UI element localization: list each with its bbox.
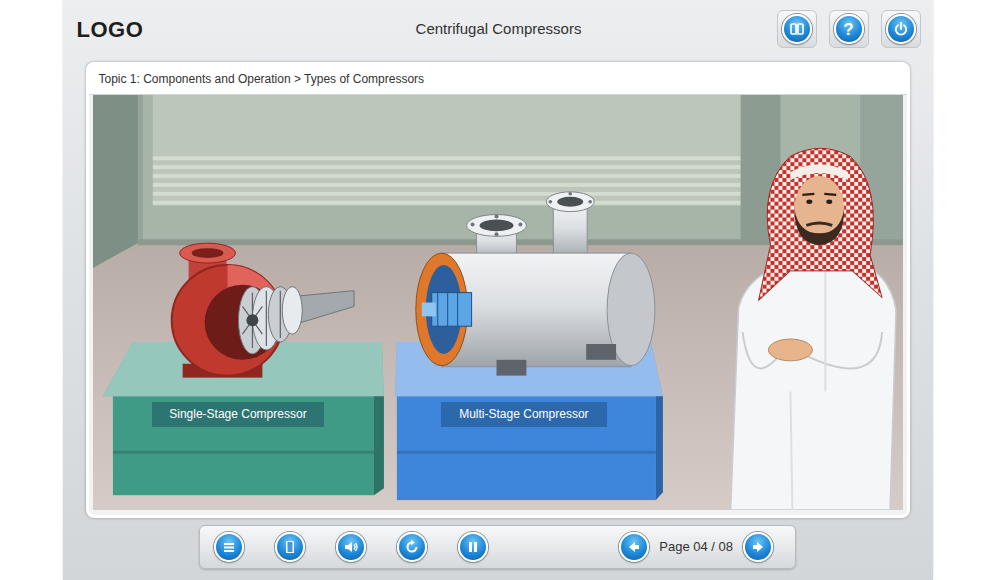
help-tile: ? <box>829 10 869 48</box>
replay-icon <box>404 539 420 555</box>
breadcrumb: Topic 1: Components and Operation > Type… <box>89 65 907 95</box>
exit-button[interactable] <box>886 14 916 44</box>
pedestal-front <box>396 396 655 500</box>
logo: LOGO <box>77 13 416 46</box>
previous-button[interactable] <box>619 532 649 562</box>
pedestal-side <box>655 396 662 500</box>
scene-illustration <box>93 95 903 510</box>
multi-stage-compressor <box>415 192 654 376</box>
menu-button[interactable] <box>214 532 244 562</box>
book-icon <box>282 539 298 555</box>
left-arrow-icon <box>626 539 642 555</box>
exhibit-label: Multi-Stage Compressor <box>441 402 606 426</box>
course-title: Centrifugal Compressors <box>416 18 582 41</box>
glossary-button[interactable] <box>782 14 812 44</box>
room-background <box>93 95 903 510</box>
exit-tile <box>881 10 921 48</box>
right-arrow-icon <box>750 539 766 555</box>
pause-icon <box>465 539 481 555</box>
pause-button[interactable] <box>458 532 488 562</box>
power-icon <box>893 21 909 37</box>
next-button[interactable] <box>743 532 773 562</box>
scene: Single-Stage Compressor Multi-Stage Compr… <box>93 95 903 510</box>
glossary-icon <box>789 21 805 37</box>
header-bar: LOGO Centrifugal Compressors ? <box>63 0 933 58</box>
pedestal-front <box>112 396 373 495</box>
help-button[interactable]: ? <box>834 14 864 44</box>
pedestal-seam <box>112 451 373 454</box>
glossary-tile <box>777 10 817 48</box>
resources-button[interactable] <box>275 532 305 562</box>
speaker-icon <box>343 539 359 555</box>
replay-button[interactable] <box>397 532 427 562</box>
course-player: LOGO Centrifugal Compressors ? Topic 1: … <box>63 0 933 580</box>
navigation-bar: Page 04 / 08 <box>199 525 796 569</box>
pedestal-side-shade <box>655 396 662 500</box>
label-layer: Single-Stage Compressor Multi-Stage Compr… <box>93 95 903 510</box>
pedestal-seam <box>396 451 655 454</box>
help-glyph: ? <box>843 21 853 38</box>
pedestal-side-shade <box>373 396 383 495</box>
content-panel: Topic 1: Components and Operation > Type… <box>86 62 910 518</box>
single-stage-compressor <box>171 243 353 377</box>
footer-area: Page 04 / 08 <box>63 518 933 580</box>
audio-button[interactable] <box>336 532 366 562</box>
menu-icon <box>221 539 237 555</box>
page-counter: Page 04 / 08 <box>659 537 733 557</box>
instructor-figure <box>730 148 895 510</box>
pedestal-side <box>373 396 383 495</box>
exhibit-label: Single-Stage Compressor <box>152 402 323 426</box>
